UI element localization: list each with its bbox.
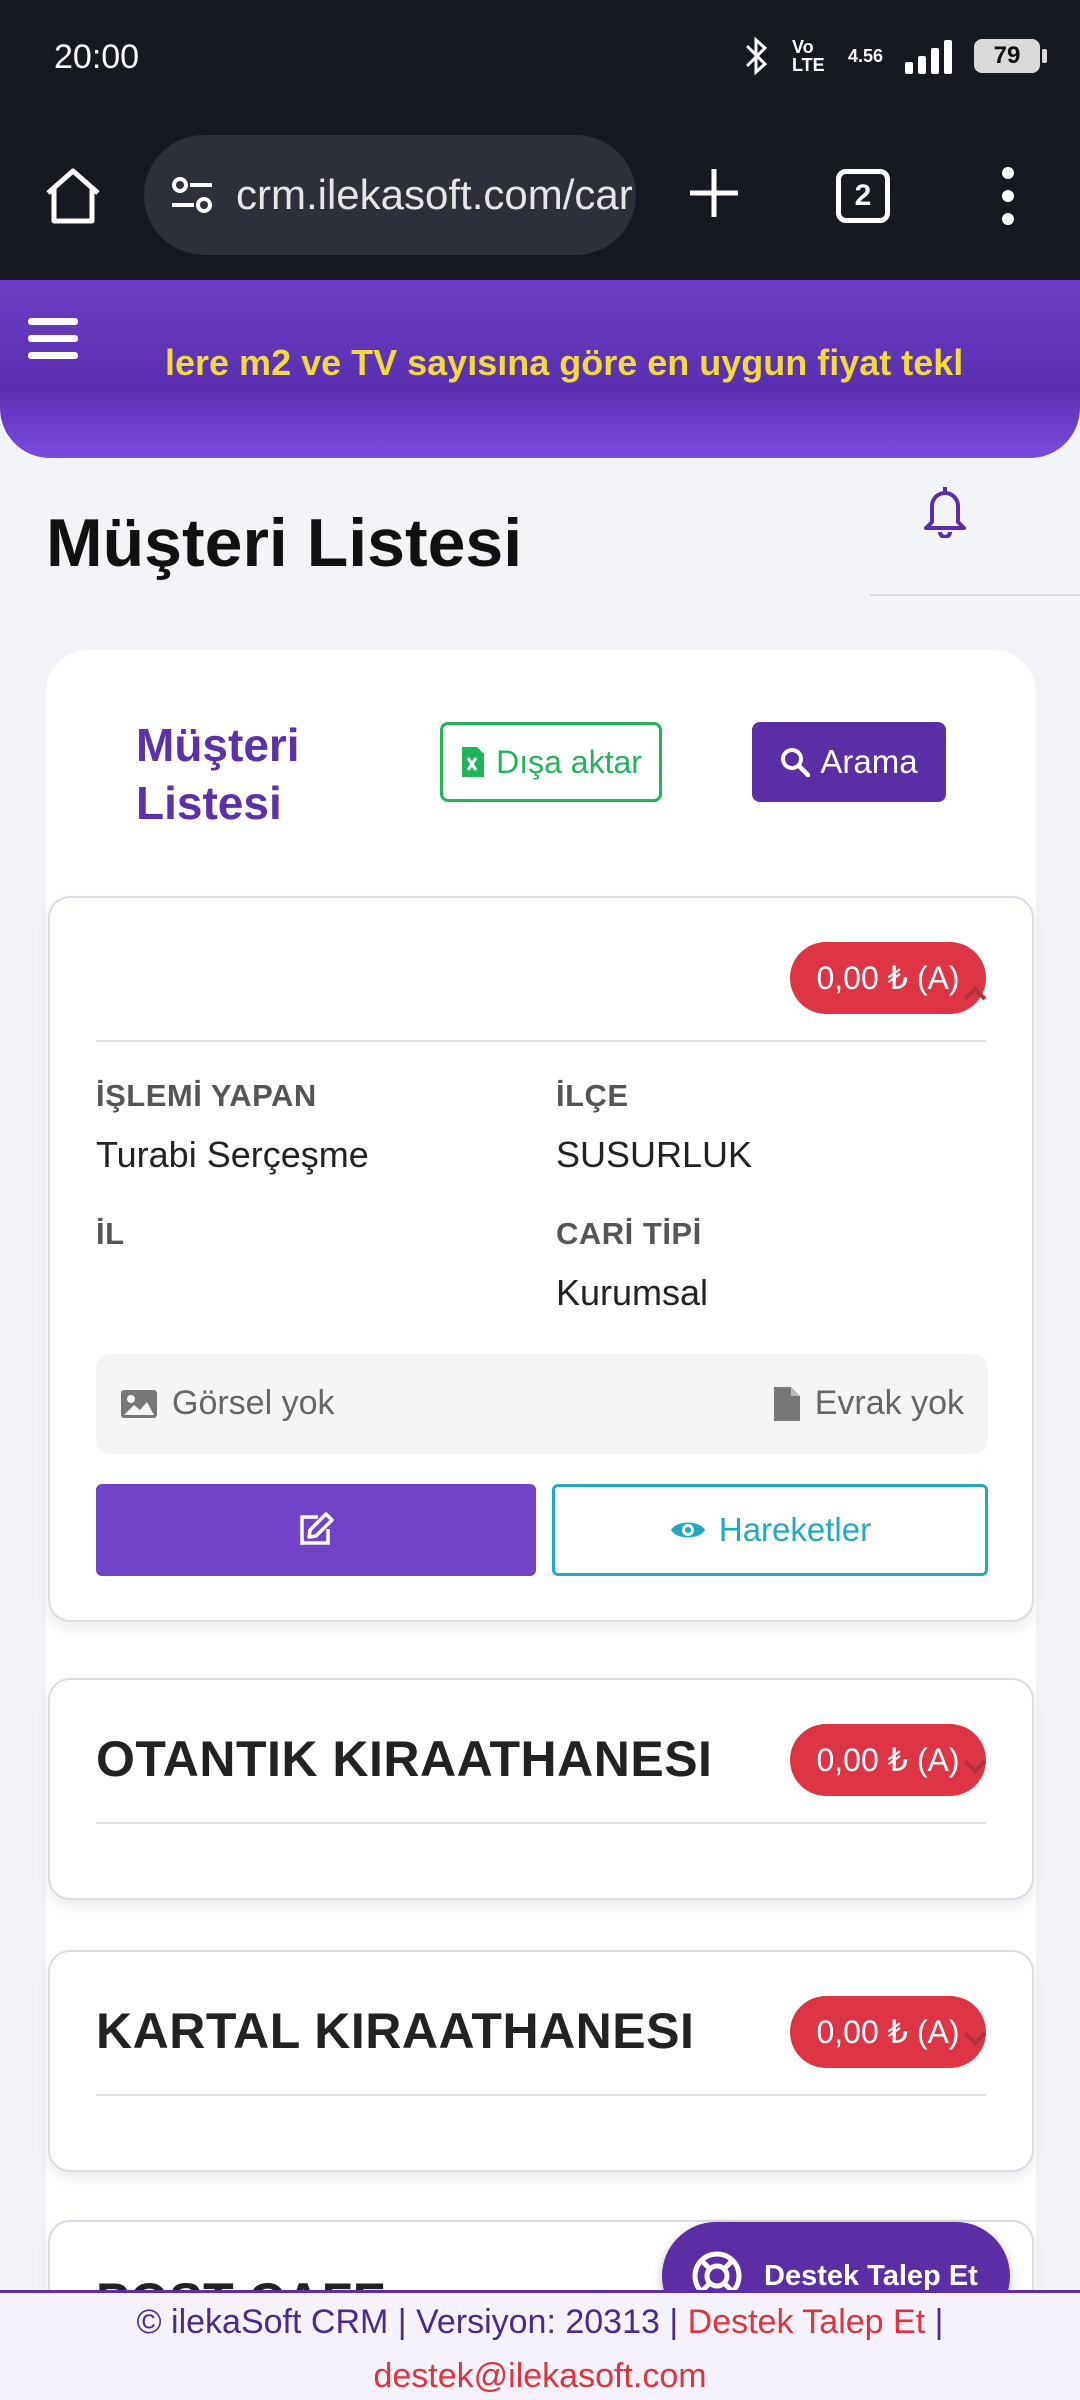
transactions-button[interactable]: Hareketler [552, 1484, 988, 1576]
more-options-icon[interactable] [994, 165, 1022, 227]
app-header: lere m2 ve TV sayısına göre en uygun fiy… [0, 280, 1080, 458]
footer-support-link[interactable]: Destek Talep Et [688, 2303, 926, 2341]
menu-icon[interactable] [28, 318, 78, 362]
balance-badge: 0,00 ₺ (A) [790, 942, 986, 1014]
image-icon [121, 1389, 157, 1418]
battery-icon: 79 [974, 39, 1047, 73]
list-header: Müşteri Listesi Dışa aktar Arama [46, 650, 1036, 896]
customer-card[interactable]: 0,00 ₺ (A) İŞLEMİ YAPAN Turabi Serçeşme … [48, 896, 1034, 1622]
excel-icon [462, 747, 485, 777]
page-title: Müşteri Listesi [46, 505, 523, 581]
balance-badge: 0,00 ₺ (A) [790, 1724, 986, 1796]
status-time: 20:00 [54, 38, 140, 76]
search-icon [781, 748, 811, 777]
document-status: Evrak yok [773, 1384, 964, 1423]
card-divider [96, 1040, 986, 1042]
customer-name: KARTAL KIRAATHANESI [96, 2003, 695, 2059]
chevron-up-icon[interactable] [962, 984, 988, 1002]
support-label: Destek Talep Et [764, 2259, 978, 2292]
field-value: SUSURLUK [556, 1134, 753, 1175]
list-title: Müşteri Listesi [136, 719, 300, 829]
edit-icon [300, 1512, 334, 1545]
field-label: CARİ TİPİ [556, 1216, 702, 1251]
address-bar[interactable]: crm.ilekasoft.com/car [144, 135, 636, 255]
footer-line: © ilekaSoft CRM | Versiyon: 20313 | Dest… [0, 2295, 1080, 2349]
card-divider [96, 1822, 986, 1824]
file-icon [773, 1386, 800, 1421]
status-icons: Vo LTE 4.56 79 [744, 36, 1047, 76]
chevron-down-icon[interactable] [962, 2030, 988, 2048]
document-status-text: Evrak yok [814, 1384, 964, 1422]
search-label: Arama [820, 743, 918, 780]
balance-badge: 0,00 ₺ (A) [790, 1996, 986, 2068]
export-label: Dışa aktar [496, 743, 642, 780]
footer: © ilekaSoft CRM | Versiyon: 20313 | Dest… [0, 2290, 1080, 2400]
network-type: Vo LTE [791, 37, 825, 75]
eye-icon [670, 1522, 705, 1538]
field-value: Kurumsal [556, 1272, 709, 1313]
field-label: İŞLEMİ YAPAN [96, 1078, 317, 1113]
edit-button[interactable] [96, 1484, 536, 1576]
search-button[interactable]: Arama [752, 722, 946, 802]
footer-text: © ilekaSoft CRM | Versiyon: 20313 | [136, 2303, 679, 2341]
battery-level: 79 [993, 42, 1021, 69]
status-bar: 20:00 Vo LTE 4.56 79 [0, 0, 1080, 125]
customer-name: OTANTIK KIRAATHANESI [96, 1731, 713, 1787]
divider [870, 594, 1080, 596]
site-settings-icon[interactable] [166, 169, 218, 221]
bluetooth-icon [745, 36, 768, 76]
field-label: İLÇE [556, 1078, 629, 1113]
browser-toolbar: crm.ilekasoft.com/car 2 [0, 125, 1080, 280]
export-button[interactable]: Dışa aktar [440, 722, 662, 802]
card-divider [96, 2094, 986, 2096]
field-value: Turabi Serçeşme [96, 1134, 369, 1175]
transactions-label: Hareketler [718, 1511, 872, 1548]
bell-icon[interactable] [918, 482, 972, 538]
footer-email-link[interactable]: destek@ilekasoft.com [0, 2349, 1080, 2400]
announcement-marquee: lere m2 ve TV sayısına göre en uygun fiy… [165, 342, 964, 383]
customer-card[interactable]: OTANTIK KIRAATHANESI 0,00 ₺ (A) [48, 1678, 1034, 1900]
customer-card[interactable]: KARTAL KIRAATHANESI 0,00 ₺ (A) [48, 1950, 1034, 2172]
footer-separator: | [934, 2303, 944, 2341]
chevron-down-icon[interactable] [962, 1758, 988, 1776]
signal-icon [905, 38, 952, 74]
image-status: Görsel yok [120, 1384, 335, 1423]
tab-switcher-button[interactable]: 2 [836, 169, 890, 223]
data-speed: 4.56 [847, 46, 883, 66]
attachments-box: Görsel yok Evrak yok [96, 1354, 988, 1454]
home-icon[interactable] [40, 163, 106, 229]
image-status-text: Görsel yok [172, 1384, 335, 1422]
new-tab-icon[interactable] [684, 163, 744, 223]
url-text[interactable]: crm.ilekasoft.com/car [236, 171, 633, 219]
field-label: İL [96, 1216, 125, 1251]
